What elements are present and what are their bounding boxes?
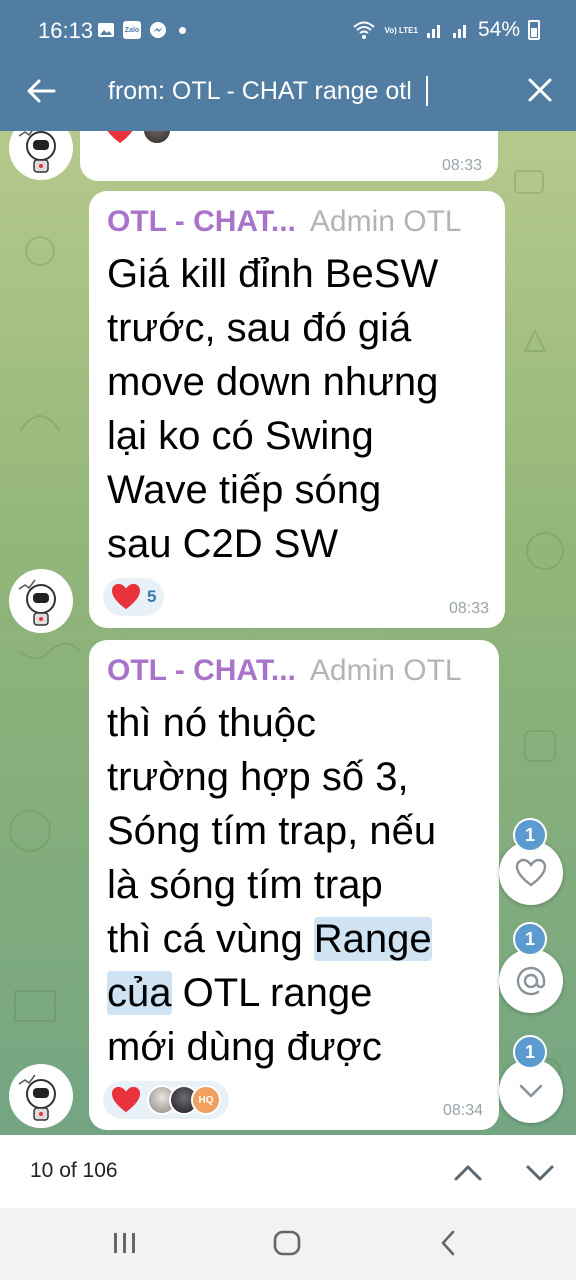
astronaut-avatar-icon <box>18 1074 56 1121</box>
recent-apps-icon[interactable] <box>112 1228 138 1258</box>
reactions-badge: 1 <box>513 818 547 852</box>
reaction-pill[interactable] <box>104 131 172 149</box>
result-counter: 10 of 106 <box>30 1159 118 1182</box>
text-line: lại ko có Swing <box>107 414 374 458</box>
notification-icons: Zalo <box>97 21 186 39</box>
volte-label: Vo) LTE1 <box>384 25 418 35</box>
text-line: mới dùng được <box>107 1025 382 1069</box>
signal-icon-2 <box>452 25 466 38</box>
heart-icon <box>112 1086 140 1113</box>
message-header: OTL - CHAT... Admin OTL <box>107 654 462 688</box>
heart-outline-icon <box>515 858 547 887</box>
scroll-badge: 1 <box>513 1035 547 1069</box>
text-line: move down nhưng <box>107 360 439 404</box>
text-cursor <box>426 76 428 106</box>
chevron-down-icon <box>519 1084 543 1098</box>
message-text: thì nó thuộc trường hợp số 3, Sóng tím t… <box>107 696 436 1074</box>
text-line: trường hợp số 3, <box>107 755 409 799</box>
admin-role-label: Admin OTL <box>309 205 462 238</box>
message-bubble[interactable]: OTL - CHAT... Admin OTL thì nó thuộc trườ… <box>89 640 499 1130</box>
search-row <box>0 62 576 131</box>
reactor-avatar <box>142 131 172 145</box>
text-line: thì cá vùng Range <box>107 912 436 966</box>
reaction-pill[interactable]: 5 <box>103 578 165 616</box>
text-line: là sóng tím trap <box>107 863 383 907</box>
search-results-nav: 10 of 106 <box>0 1135 576 1208</box>
chevron-up-icon[interactable] <box>452 1157 484 1187</box>
chevron-down-icon[interactable] <box>524 1157 556 1187</box>
back-arrow-icon[interactable] <box>24 74 58 108</box>
home-icon[interactable] <box>272 1228 302 1258</box>
astronaut-avatar-icon <box>18 579 56 626</box>
at-sign-icon <box>516 966 546 996</box>
system-nav-bar <box>0 1208 576 1280</box>
top-bar: 16:13 Zalo Vo) LTE1 54% <box>0 0 576 131</box>
text-line: Sóng tím trap, nếu <box>107 809 437 853</box>
status-right: Vo) LTE1 54% <box>352 18 540 42</box>
search-highlight: Range <box>313 917 432 961</box>
message-bubble[interactable]: 08:33 <box>80 131 498 181</box>
reaction-count: 5 <box>147 587 157 606</box>
avatar[interactable] <box>9 569 73 633</box>
text-line: trước, sau đó giá <box>107 306 412 350</box>
text-line: Wave tiếp sóng <box>107 468 382 512</box>
message-time: 08:33 <box>441 157 482 174</box>
reaction-pill[interactable]: HQ <box>103 1081 229 1119</box>
wifi-icon <box>353 21 376 39</box>
message-text: Giá kill đỉnh BeSW trước, sau đó giá mov… <box>107 247 438 571</box>
heart-icon <box>112 583 140 610</box>
text-segment: OTL range <box>171 971 373 1015</box>
mentions-badge: 1 <box>513 922 547 956</box>
search-highlight: của <box>107 971 172 1015</box>
status-bar: 16:13 Zalo Vo) LTE1 54% <box>0 0 576 62</box>
back-icon[interactable] <box>436 1228 460 1258</box>
text-line: sau C2D SW <box>107 522 339 566</box>
gallery-icon <box>98 23 114 37</box>
status-time: 16:13 <box>38 18 94 43</box>
text-line: Giá kill đỉnh BeSW <box>107 252 439 296</box>
more-notifications-dot <box>179 26 186 34</box>
close-icon[interactable] <box>524 74 556 106</box>
text-segment: thì cá vùng <box>107 917 314 961</box>
avatar[interactable] <box>9 1064 73 1128</box>
admin-role-label: Admin OTL <box>309 654 462 687</box>
heart-icon <box>107 131 133 143</box>
search-input[interactable] <box>108 72 438 110</box>
text-line: thì nó thuộc <box>107 701 317 745</box>
sender-name[interactable]: OTL - CHAT... <box>107 654 296 687</box>
mentions-button[interactable] <box>499 949 563 1013</box>
battery-icon <box>528 20 540 40</box>
chat-area[interactable]: 08:33 OTL - CHAT... Admin OTL Giá kill đỉ… <box>0 131 576 1135</box>
reactor-avatar-hq: HQ <box>191 1085 221 1115</box>
message-bubble[interactable]: OTL - CHAT... Admin OTL Giá kill đỉnh BeS… <box>89 191 505 628</box>
message-header: OTL - CHAT... Admin OTL <box>107 205 462 239</box>
battery-percent: 54% <box>477 18 520 41</box>
text-line: của OTL range <box>107 966 436 1020</box>
message-time: 08:33 <box>448 600 489 617</box>
zalo-icon: Zalo <box>123 21 141 39</box>
sender-name[interactable]: OTL - CHAT... <box>107 205 296 238</box>
messenger-icon <box>150 22 166 38</box>
message-time: 08:34 <box>442 1102 483 1119</box>
signal-icon <box>426 25 440 38</box>
reactor-avatars: HQ <box>147 1085 221 1115</box>
